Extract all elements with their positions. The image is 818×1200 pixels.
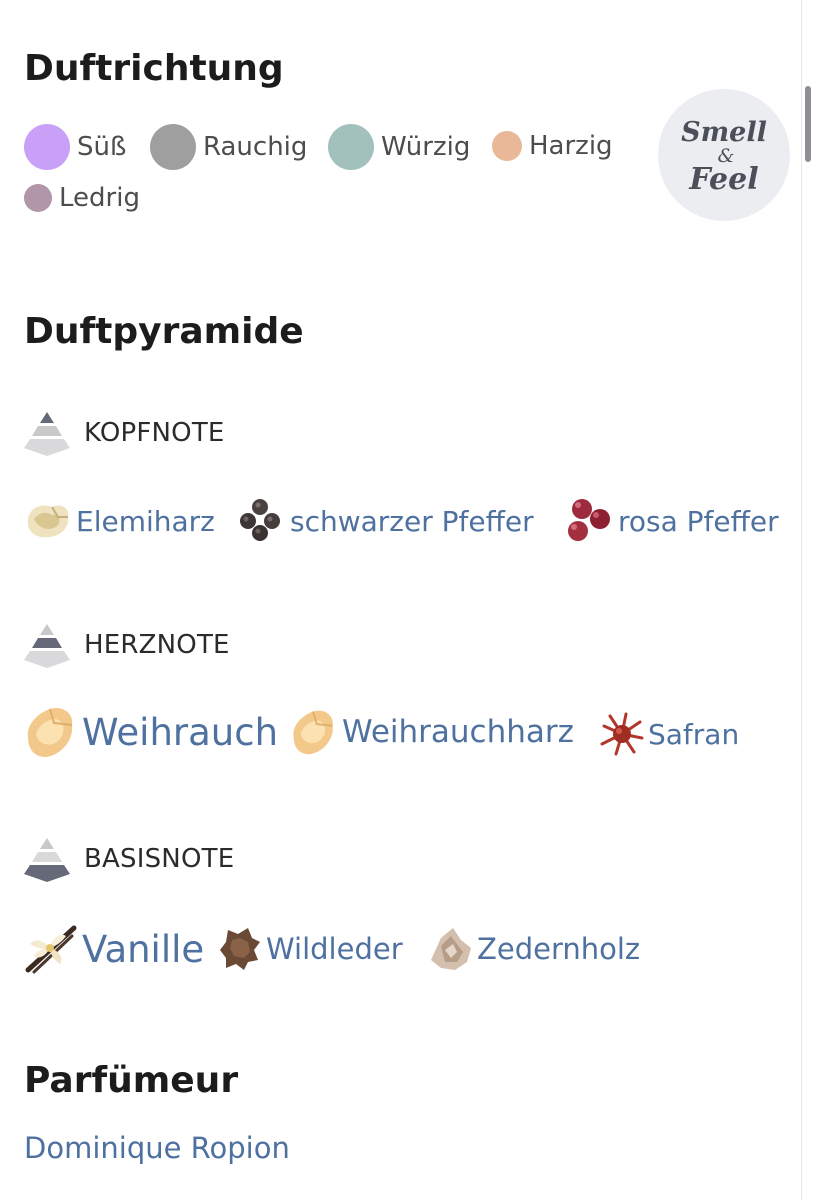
accord-rauchig: Rauchig bbox=[150, 124, 307, 170]
tier-herznote: HERZNOTE bbox=[24, 622, 230, 668]
accord-wuerzig: Würzig bbox=[328, 124, 470, 170]
note-weihrauchharz[interactable]: Weihrauchharz bbox=[290, 706, 574, 758]
accord-harzig: Harzig bbox=[492, 131, 613, 161]
vanilla-icon bbox=[25, 925, 77, 974]
note-weihrauch[interactable]: Weihrauch bbox=[24, 703, 278, 761]
tier-label: BASISNOTE bbox=[84, 844, 235, 874]
black-pepper-icon bbox=[240, 499, 280, 541]
elemi-resin-icon bbox=[27, 505, 69, 538]
saffron-icon bbox=[600, 712, 644, 756]
accord-color-dot bbox=[24, 184, 52, 212]
accord-label: Würzig bbox=[381, 132, 471, 162]
tier-label: HERZNOTE bbox=[84, 630, 230, 660]
accord-label: Süß bbox=[77, 132, 127, 162]
duftrichtung-heading: Duftrichtung bbox=[24, 48, 284, 89]
note-vanille[interactable]: Vanille bbox=[24, 922, 204, 976]
note-schwarzer-pfeffer[interactable]: schwarzer Pfeffer bbox=[238, 497, 534, 545]
accord-color-dot bbox=[328, 124, 374, 170]
parfuemeur-heading: Parfümeur bbox=[24, 1060, 239, 1101]
note-label: rosa Pfeffer bbox=[618, 504, 779, 538]
duftpyramide-heading: Duftpyramide bbox=[24, 311, 304, 352]
note-label: Zedernholz bbox=[477, 932, 641, 966]
note-zedernholz[interactable]: Zedernholz bbox=[427, 926, 640, 972]
scrollbar-thumb[interactable] bbox=[805, 86, 811, 162]
suede-icon bbox=[220, 928, 260, 970]
scrollbar[interactable] bbox=[801, 0, 818, 1200]
pyramid-base-icon bbox=[24, 838, 70, 882]
note-wildleder[interactable]: Wildleder bbox=[218, 926, 403, 972]
tier-basisnote: BASISNOTE bbox=[24, 836, 234, 882]
note-label: schwarzer Pfeffer bbox=[290, 504, 534, 538]
note-label: Weihrauchharz bbox=[342, 714, 574, 750]
pink-pepper-icon bbox=[568, 499, 610, 541]
note-label: Weihrauch bbox=[82, 710, 279, 754]
cedarwood-icon bbox=[431, 928, 471, 970]
accord-ledrig: Ledrig bbox=[24, 183, 140, 213]
frankincense-resin-icon bbox=[293, 710, 333, 755]
accord-label: Harzig bbox=[529, 131, 613, 161]
note-rosa-pfeffer[interactable]: rosa Pfeffer bbox=[566, 497, 779, 545]
accord-label: Ledrig bbox=[59, 183, 140, 213]
note-label: Safran bbox=[648, 717, 740, 751]
frankincense-icon bbox=[27, 707, 73, 757]
logo-text-feel: Feel bbox=[688, 162, 758, 197]
note-elemiharz[interactable]: Elemiharz bbox=[24, 497, 215, 545]
accord-label: Rauchig bbox=[203, 132, 308, 162]
fragrance-details-page: Duftrichtung Süß Rauchig Würzig Harzig L… bbox=[0, 0, 818, 1200]
smell-and-feel-logo: Smell & Feel bbox=[658, 89, 790, 221]
logo-text-smell: Smell bbox=[681, 117, 767, 148]
accord-color-dot bbox=[492, 131, 522, 161]
accord-color-dot bbox=[150, 124, 196, 170]
pyramid-middle-icon bbox=[24, 624, 70, 668]
note-label: Wildleder bbox=[266, 932, 403, 966]
tier-kopfnote: KOPFNOTE bbox=[24, 410, 225, 456]
accord-suess: Süß bbox=[24, 124, 126, 170]
perfumer-link[interactable]: Dominique Ropion bbox=[24, 1131, 290, 1165]
note-label: Elemiharz bbox=[76, 504, 215, 538]
note-safran[interactable]: Safran bbox=[600, 712, 739, 756]
pyramid-top-icon bbox=[24, 412, 70, 456]
tier-label: KOPFNOTE bbox=[84, 418, 225, 448]
accord-color-dot bbox=[24, 124, 70, 170]
note-label: Vanille bbox=[82, 927, 205, 971]
